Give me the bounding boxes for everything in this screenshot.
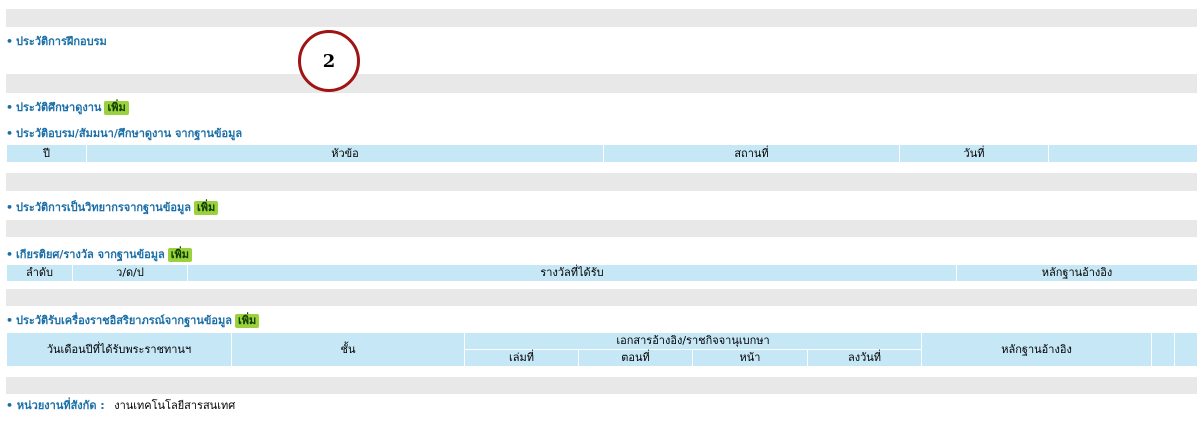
section-title-decoration: • ประวัติรับเครื่องราชอิสริยาภรณ์จากฐานข้… (6, 314, 260, 328)
add-study-visit-button[interactable]: เพิ่ม (104, 101, 129, 115)
section-title-text: ประวัติรับเครื่องราชอิสริยาภรณ์จากฐานข้อ… (16, 314, 232, 327)
column-header-blank (1048, 144, 1197, 163)
column-header-page: หน้า (692, 349, 808, 367)
separator-band (6, 74, 1197, 93)
column-header-dated: ลงวันที่ (806, 349, 923, 367)
bullet: • (6, 35, 14, 48)
unit-label: • หน่วยงานที่สังกัด : (6, 399, 105, 412)
bullet: • (6, 127, 14, 140)
bullet: • (6, 101, 14, 114)
section-title-training: • ประวัติการฝึกอบรม (6, 35, 107, 49)
annotation-circle: 2 (298, 30, 360, 92)
column-header-blank (1174, 332, 1197, 367)
unit-row: • หน่วยงานที่สังกัด : งานเทคโนโลยีสารสนเ… (6, 399, 235, 413)
column-header-date-received: วันเดือนปีที่ได้รับพระราชทานฯ (6, 332, 232, 367)
column-header-place: สถานที่ (603, 144, 900, 163)
section-title-award: • เกียรติยศ/รางวัล จากฐานข้อมูล เพิ่ม (6, 248, 193, 262)
award-table-header: ลำดับ ว/ด/ป รางวัลที่ได้รับ หลักฐานอ้างอ… (6, 264, 1197, 282)
section-title-text: ประวัติการฝึกอบรม (16, 35, 107, 48)
add-award-button[interactable]: เพิ่ม (167, 248, 193, 262)
column-header-volume: เล่มที่ (464, 349, 579, 367)
seminar-table-header: ปี หัวข้อ สถานที่ วันที่ (6, 144, 1197, 163)
bullet: • (6, 248, 14, 261)
section-title-study-visit: • ประวัติศึกษาดูงาน เพิ่ม (6, 101, 129, 115)
column-header-award: รางวัลที่ได้รับ (187, 264, 957, 282)
add-decoration-button[interactable]: เพิ่ม (234, 314, 260, 328)
add-speaker-button[interactable]: เพิ่ม (193, 201, 219, 215)
separator-band (6, 220, 1197, 237)
section-title-text: ประวัติการเป็นวิทยากรจากฐานข้อมูล (16, 201, 191, 214)
column-header-year: ปี (6, 144, 87, 163)
unit-value: งานเทคโนโลยีสารสนเทศ (114, 399, 236, 412)
section-title-text: ประวัติอบรม/สัมมนา/ศึกษาดูงาน จากฐานข้อม… (16, 127, 243, 140)
column-header-evidence: หลักฐานอ้างอิง (921, 332, 1153, 367)
column-header-date: ว/ด/ป (72, 264, 188, 282)
column-header-blank (1151, 332, 1176, 367)
annotation-number: 2 (322, 50, 336, 72)
section-title-text: ประวัติศึกษาดูงาน (16, 101, 102, 114)
bullet: • (6, 314, 14, 327)
section-title-seminar: • ประวัติอบรม/สัมมนา/ศึกษาดูงาน จากฐานข้อ… (6, 127, 242, 141)
separator-band (6, 173, 1197, 191)
separator-band (6, 289, 1197, 306)
column-header-gazette: เอกสารอ้างอิง/ราชกิจจานุเบกษา (463, 332, 923, 350)
column-header-section: ตอนที่ (578, 349, 693, 367)
column-header-date: วันที่ (899, 144, 1049, 163)
column-header-class: ชั้น (231, 332, 465, 367)
section-title-speaker: • ประวัติการเป็นวิทยากรจากฐานข้อมูล เพิ่ม (6, 201, 219, 215)
decoration-table-header: วันเดือนปีที่ได้รับพระราชทานฯ ชั้น เอกสา… (6, 332, 1197, 367)
column-header-evidence: หลักฐานอ้างอิง (956, 264, 1197, 282)
separator-band (6, 377, 1197, 394)
section-title-text: เกียรติยศ/รางวัล จากฐานข้อมูล (16, 248, 165, 261)
bullet: • (6, 399, 14, 412)
column-header-topic: หัวข้อ (86, 144, 604, 163)
separator-band (6, 9, 1197, 27)
unit-label-text: หน่วยงานที่สังกัด : (16, 399, 105, 412)
bullet: • (6, 201, 14, 214)
column-header-order: ลำดับ (6, 264, 73, 282)
